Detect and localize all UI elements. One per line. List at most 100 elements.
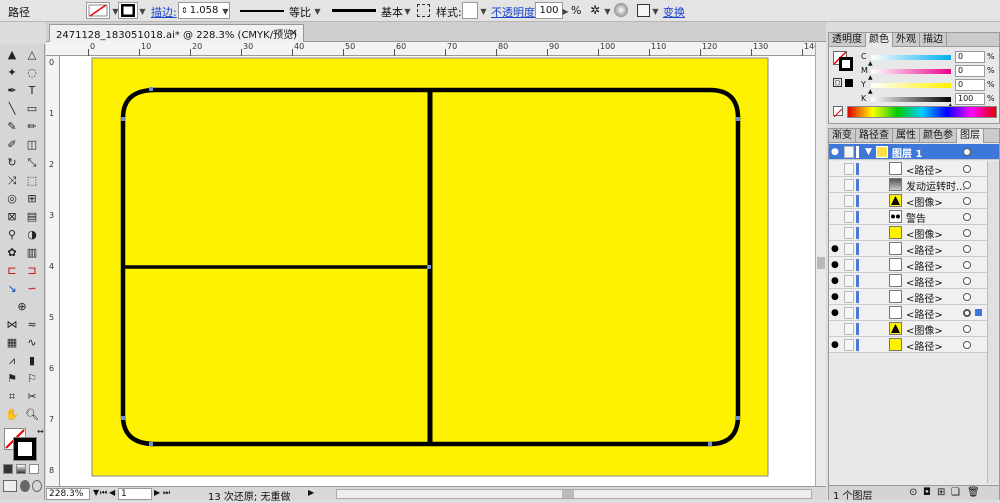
profile-dropdown-icon[interactable]: ▼ [313,3,322,19]
last-artboard-icon[interactable]: ⏭ [163,488,170,498]
color-spectrum-bar[interactable] [847,106,997,118]
selected-art-indicator[interactable] [975,309,982,316]
layer-item-row[interactable]: 警告 [829,209,999,225]
shape-builder-icon[interactable]: ◎ [3,190,21,207]
visibility-eye-icon[interactable] [831,196,841,206]
magic-wand-icon[interactable]: ✦ [3,64,21,81]
expand-arrow-icon[interactable]: ▼ [865,147,872,157]
perspective-grid-icon[interactable]: ⊞ [23,190,41,207]
rectangle-tool-icon[interactable]: ▭ [23,100,41,117]
layer-item-name[interactable]: <路径> [906,242,970,257]
target-circle-icon[interactable] [963,165,971,173]
graph-icon[interactable]: ▦ [3,334,21,351]
lasso-icon[interactable]: ◌ [23,64,41,81]
channel-value-field[interactable]: 0 [955,51,985,63]
recolor-artwork-icon[interactable]: ✲ [590,3,604,18]
visibility-eye-icon[interactable]: ● [831,292,841,302]
layer-item-row[interactable]: 发动运转时... [829,177,999,193]
target-circle-icon[interactable] [963,293,971,301]
warp-tool-icon[interactable]: ↘ [3,280,21,297]
style-swatch-icon[interactable] [417,4,430,17]
mesh-tool-icon[interactable]: ⊠ [3,208,21,225]
panel-stroke-swatch[interactable] [839,57,853,71]
channel-value-field[interactable]: 100 [955,93,985,105]
visibility-eye-icon[interactable]: ● [831,244,841,254]
zoom-tool-icon[interactable]: 🔍︎ [23,406,41,423]
tab-color_panel-2[interactable]: 外观 [893,33,920,47]
layer-item-row[interactable]: ● <路径> [829,305,999,321]
slider-thumb-icon[interactable]: ▲ [868,88,873,95]
lock-toggle[interactable] [844,227,854,239]
chart-bars-icon[interactable]: ▮ [23,352,41,369]
paintbrush-icon[interactable]: ✎ [3,118,21,135]
align-icon[interactable] [637,4,650,17]
target-circle-icon[interactable] [963,229,971,237]
layer-row-main[interactable]: ● ▼ 图层 1 [829,144,999,160]
target-circle-icon[interactable] [963,213,971,221]
layer-item-row[interactable]: <图像> [829,225,999,241]
stroke-swatch[interactable] [118,2,138,19]
target-circle-icon[interactable] [963,277,971,285]
gradient-mode-icon[interactable] [16,464,26,474]
live-paint-select-icon[interactable]: ⚐ [23,370,41,387]
layer-item-row[interactable]: ● <路径> [829,289,999,305]
clipping-mask-icon[interactable]: ◘ [923,487,931,498]
eyedropper-icon[interactable]: ⚲ [3,226,21,243]
scroll-thumb[interactable] [817,257,825,269]
crosshair-icon[interactable]: ⊕ [3,298,41,315]
channel-slider[interactable] [871,83,951,88]
gradient-tool-icon[interactable]: ▤ [23,208,41,225]
wave-icon[interactable]: ≈ [23,316,41,333]
visibility-eye-icon[interactable]: ● [831,276,841,286]
lock-toggle[interactable] [844,275,854,287]
none-color-swatch[interactable] [833,106,843,118]
anchor-point[interactable] [121,416,125,420]
stroke-color-box[interactable] [13,437,37,461]
twirl-tool-icon[interactable]: ∽ [23,280,41,297]
visibility-eye-icon[interactable] [831,324,841,334]
pen-tool-icon[interactable]: ✒ [3,82,21,99]
rotate-tool-icon[interactable]: ↻ [3,154,21,171]
pencil-icon[interactable]: ✏ [23,118,41,135]
slider-thumb-icon[interactable]: ▲ [868,74,873,81]
lock-toggle[interactable] [844,243,854,255]
target-circle-icon[interactable] [963,325,971,333]
direct-selection-tool-icon[interactable]: △ [23,46,41,63]
visibility-eye-icon[interactable] [831,164,841,174]
tab-color_panel-1[interactable]: 颜色 [866,33,893,47]
symbol-sprayer-icon[interactable]: ✿ [3,244,21,261]
width-tool-icon[interactable]: ⤨ [3,172,21,189]
layer-item-row[interactable]: ● <路径> [829,273,999,289]
tab-layers_panel-0[interactable]: 渐变 [829,129,856,143]
sparkline-icon[interactable]: ⩘ [3,352,21,369]
target-circle-icon[interactable] [963,261,971,269]
live-paint-icon[interactable]: ⚑ [3,370,21,387]
prev-artboard-icon[interactable]: ◀ [109,488,115,497]
opacity-field[interactable]: 100 [535,2,563,19]
layer-item-name[interactable]: 警告 [906,210,970,225]
tab-layers_panel-4[interactable]: 图层 [957,129,984,143]
screen-mode-icon[interactable] [20,480,30,492]
target-circle-icon[interactable] [963,181,971,189]
layer-item-name[interactable]: <图像> [906,194,970,209]
zoom-dropdown-icon[interactable]: ▼ [93,488,99,497]
lock-toggle[interactable] [844,211,854,223]
layer-name[interactable]: 图层 1 [892,145,922,160]
layer-item-name[interactable]: <路径> [906,274,970,289]
layer-item-name[interactable]: 发动运转时... [906,178,970,193]
zoom-field[interactable]: 228.3% [46,488,90,500]
slice-tool-icon[interactable]: ⊐ [23,262,41,279]
swap-colors-icon[interactable]: ↔ [37,427,44,436]
align-dropdown-icon[interactable]: ▼ [651,3,660,19]
close-tab-icon[interactable]: × [289,26,298,39]
tab-layers_panel-3[interactable]: 颜色参 [920,129,957,143]
scissors-icon[interactable]: ✂ [23,388,41,405]
recolor-dropdown-icon[interactable]: ▼ [603,3,612,19]
brush-dropdown-icon[interactable]: ▼ [403,3,412,19]
anchor-point[interactable] [149,87,153,91]
transform-panel-link[interactable]: 变换 [663,4,685,20]
tab-color_panel-3[interactable]: 描边 [920,33,947,47]
style-dropdown-icon[interactable]: ▼ [479,3,488,19]
layer-item-row[interactable]: <图像> [829,321,999,337]
layers-scrollbar[interactable] [987,161,999,483]
